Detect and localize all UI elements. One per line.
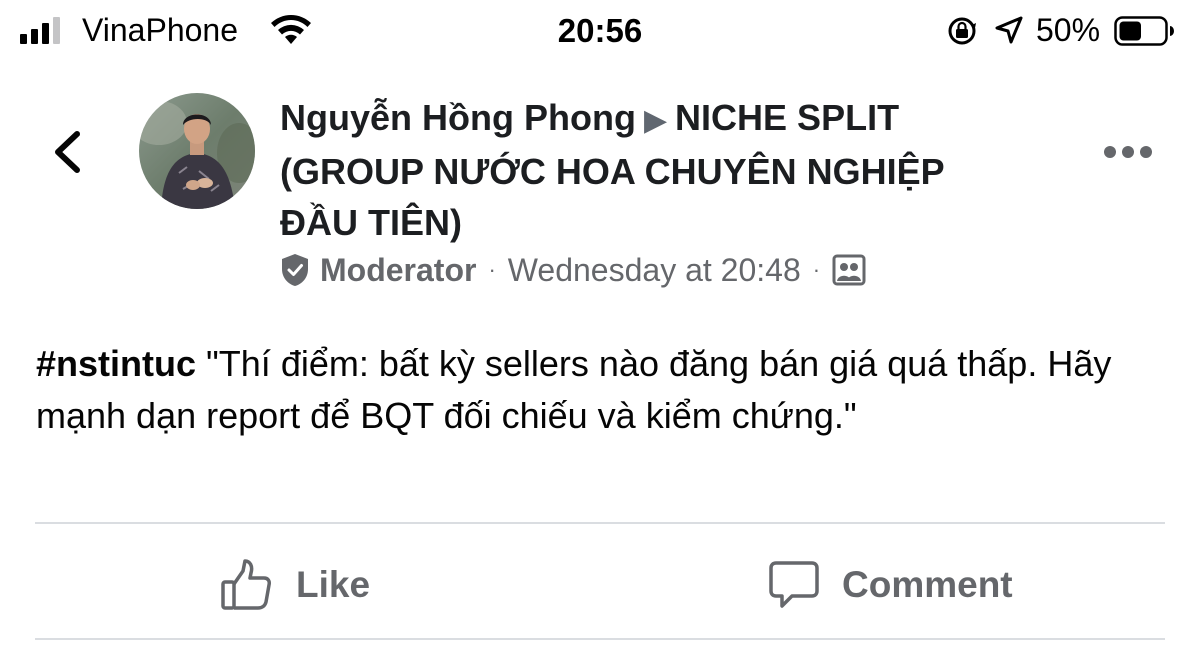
- avatar[interactable]: [139, 93, 255, 209]
- like-button[interactable]: Like: [220, 548, 370, 622]
- comment-bubble-icon: [769, 561, 819, 608]
- group-members-icon: [832, 254, 866, 286]
- battery-percent: 50%: [1036, 12, 1101, 48]
- moderator-shield-icon: [282, 254, 308, 286]
- share-arrow: ▶: [643, 104, 668, 137]
- rotation-lock-icon: [948, 17, 976, 45]
- status-bar: VinaPhone 20:56 50%: [0, 0, 1200, 64]
- battery-icon: [1114, 16, 1174, 46]
- like-label: Like: [296, 564, 371, 605]
- thumbs-up-icon: [221, 559, 271, 610]
- author-name[interactable]: Nguyễn Hồng Phong: [280, 97, 636, 138]
- post-body: #nstintuc "Thí điểm: bất kỳ sellers nào …: [36, 338, 1166, 442]
- chevron-left-icon: [55, 131, 80, 173]
- divider: [35, 638, 1165, 640]
- post-header-title: Nguyễn Hồng Phong ▶ NICHE SPLIT (GROUP NƯỚC…: [280, 92, 1080, 248]
- more-options-button[interactable]: [1104, 143, 1160, 161]
- location-icon: [995, 16, 1023, 44]
- post-text: "Thí điểm: bất kỳ sellers nào đăng bán g…: [36, 343, 1112, 436]
- comment-label: Comment: [842, 564, 1013, 605]
- separator: ·: [812, 257, 821, 282]
- more-dots-icon: [1104, 146, 1116, 158]
- separator: ·: [488, 257, 496, 282]
- hashtag-link[interactable]: #nstintuc: [36, 343, 196, 384]
- post-timestamp[interactable]: Wednesday at 20:48: [508, 252, 801, 289]
- post-meta: Moderator · Wednesday at 20:48 ·: [280, 248, 866, 292]
- role-badge: Moderator: [320, 251, 477, 288]
- divider: [35, 522, 1165, 524]
- comment-button[interactable]: Comment: [768, 548, 1013, 622]
- back-button[interactable]: [44, 122, 92, 182]
